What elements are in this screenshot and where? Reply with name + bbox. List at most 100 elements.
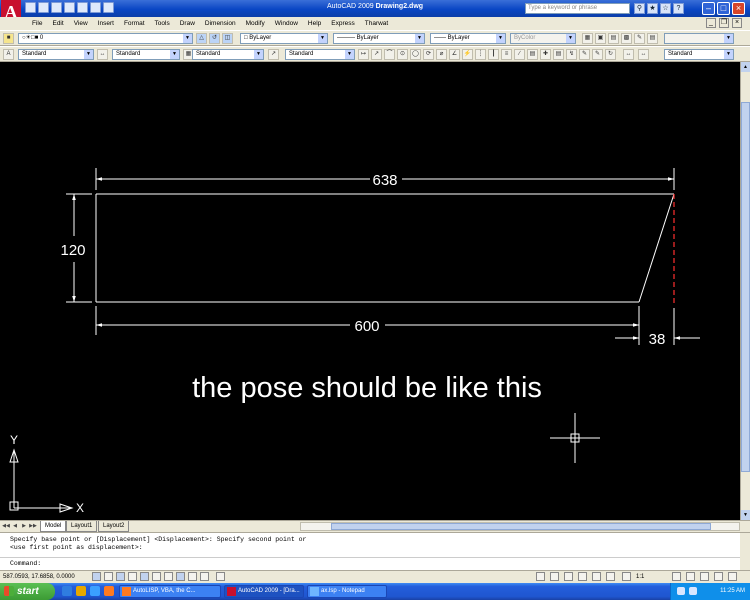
quick-dimension-icon[interactable]: ⚡ bbox=[462, 49, 473, 60]
menu-item-edit[interactable]: Edit bbox=[47, 18, 68, 29]
grid-display-button[interactable] bbox=[104, 572, 113, 581]
dynamic-input-button[interactable] bbox=[176, 572, 185, 581]
annotation-scale-icon[interactable] bbox=[622, 572, 631, 581]
tab-layout2[interactable]: Layout2 bbox=[98, 521, 130, 532]
chevron-down-icon[interactable]: ▼ bbox=[318, 34, 327, 43]
annotation-visibility-button[interactable] bbox=[672, 572, 681, 581]
clean-screen-button[interactable] bbox=[728, 572, 737, 581]
maximize-button[interactable]: □ bbox=[717, 2, 730, 15]
make-current-layer-icon[interactable]: △ bbox=[196, 33, 207, 44]
start-button[interactable]: start bbox=[0, 583, 55, 600]
menu-item-tharwat[interactable]: Tharwat bbox=[360, 18, 393, 29]
ie-icon[interactable] bbox=[62, 586, 72, 596]
menu-item-help[interactable]: Help bbox=[303, 18, 326, 29]
document-restore-button[interactable]: ❐ bbox=[719, 18, 729, 28]
dimension-style-icon[interactable]: ↔ bbox=[97, 49, 108, 60]
layer-properties-icon[interactable]: ■ bbox=[3, 33, 14, 44]
lineweight-button[interactable] bbox=[188, 572, 197, 581]
sheet-set-icon[interactable]: ▩ bbox=[621, 33, 632, 44]
chevron-down-icon[interactable]: ▼ bbox=[724, 34, 733, 43]
annotation-scale-label[interactable]: 1:1 bbox=[636, 572, 644, 582]
scroll-thumb[interactable] bbox=[331, 523, 711, 530]
object-snap-tracking-button[interactable] bbox=[152, 572, 161, 581]
minimize-button[interactable]: – bbox=[702, 2, 715, 15]
command-window[interactable]: Specify base point or [Displacement] <Di… bbox=[0, 532, 750, 571]
search-input[interactable]: Type a keyword or phrase bbox=[525, 3, 630, 14]
layout-model-button[interactable] bbox=[536, 572, 545, 581]
menu-item-modify[interactable]: Modify bbox=[241, 18, 270, 29]
menu-item-file[interactable]: File bbox=[27, 18, 47, 29]
quick-view-layouts-button[interactable] bbox=[550, 572, 559, 581]
tolerance-icon[interactable]: ▤ bbox=[527, 49, 538, 60]
radius-dimension-icon[interactable]: ◯ bbox=[410, 49, 421, 60]
steeringwheel-button[interactable] bbox=[592, 572, 601, 581]
taskbar-item-autocad[interactable]: AutoCAD 2009 - [Dra... bbox=[224, 585, 304, 598]
quick-properties-button[interactable] bbox=[200, 572, 209, 581]
dimension-style-combo[interactable]: Standard ▼ bbox=[112, 49, 180, 60]
desktop-icon[interactable] bbox=[90, 586, 100, 596]
chevron-down-icon[interactable]: ▼ bbox=[724, 50, 733, 59]
favorites-icon[interactable]: ☆ bbox=[660, 3, 671, 14]
chevron-down-icon[interactable]: ▼ bbox=[84, 50, 93, 59]
scroll-up-icon[interactable]: ▲ bbox=[741, 62, 750, 72]
menu-item-format[interactable]: Format bbox=[119, 18, 150, 29]
baseline-dimension-icon[interactable]: ┊ bbox=[475, 49, 486, 60]
clock[interactable]: 11:25 AM bbox=[720, 583, 745, 600]
scroll-down-icon[interactable]: ▼ bbox=[741, 510, 750, 520]
close-button[interactable]: × bbox=[732, 2, 745, 15]
last-tab-icon[interactable]: ▶▶ bbox=[29, 522, 37, 531]
menu-item-window[interactable]: Window bbox=[270, 18, 303, 29]
tab-layout1[interactable]: Layout1 bbox=[66, 521, 98, 532]
showmotion-button[interactable] bbox=[606, 572, 615, 581]
dimension-edit-icon[interactable]: ✎ bbox=[579, 49, 590, 60]
command-prompt-input[interactable]: Command: bbox=[10, 560, 41, 568]
menu-item-insert[interactable]: Insert bbox=[93, 18, 119, 29]
search-icon[interactable]: ⚲ bbox=[634, 3, 645, 14]
chevron-down-icon[interactable]: ▼ bbox=[170, 50, 179, 59]
arc-length-icon[interactable]: ⌒ bbox=[384, 49, 395, 60]
menu-item-tools[interactable]: Tools bbox=[150, 18, 175, 29]
menu-item-view[interactable]: View bbox=[69, 18, 93, 29]
menu-item-dimension[interactable]: Dimension bbox=[200, 18, 241, 29]
color-combo[interactable]: □ ByLayer ▼ bbox=[240, 33, 328, 44]
document-minimize-button[interactable]: _ bbox=[706, 18, 716, 28]
dimension-break-icon[interactable]: ∕ bbox=[514, 49, 525, 60]
chevron-down-icon[interactable]: ▼ bbox=[496, 34, 505, 43]
inspection-icon[interactable]: ▤ bbox=[553, 49, 564, 60]
network-icon[interactable] bbox=[677, 587, 685, 595]
dimension-style-dialog-icon[interactable]: ↔ bbox=[623, 49, 634, 60]
dimension-style-combo-right[interactable]: Standard ▼ bbox=[664, 49, 734, 60]
dimension-update-icon[interactable]: ↻ bbox=[605, 49, 616, 60]
menu-item-express[interactable]: Express bbox=[326, 18, 359, 29]
snap-mode-button[interactable] bbox=[92, 572, 101, 581]
model-space-button[interactable] bbox=[216, 572, 225, 581]
continue-dimension-icon[interactable]: ┃ bbox=[488, 49, 499, 60]
workspace-combo[interactable]: ▼ bbox=[664, 33, 734, 44]
document-close-button[interactable]: × bbox=[732, 18, 742, 28]
pan-button[interactable] bbox=[564, 572, 573, 581]
chevron-down-icon[interactable]: ▼ bbox=[345, 50, 354, 59]
layer-states-icon[interactable]: ◫ bbox=[222, 33, 233, 44]
aligned-dimension-icon[interactable]: ↗ bbox=[371, 49, 382, 60]
taskbar-item-notepad[interactable]: ax.lsp - Notepad bbox=[307, 585, 387, 598]
layer-combo[interactable]: ○☀□■ 0 ▼ bbox=[18, 33, 193, 44]
properties-icon[interactable]: ▦ bbox=[582, 33, 593, 44]
first-tab-icon[interactable]: ◀◀ bbox=[2, 522, 10, 531]
polar-tracking-button[interactable] bbox=[128, 572, 137, 581]
coordinates-readout[interactable]: 587.0593, 17.6858, 0.0000 bbox=[3, 572, 75, 582]
jogged-linear-icon[interactable]: ↯ bbox=[566, 49, 577, 60]
multileader-style-icon[interactable]: ↗ bbox=[268, 49, 279, 60]
text-style-icon[interactable]: A bbox=[3, 49, 14, 60]
volume-icon[interactable] bbox=[689, 587, 697, 595]
multileader-style-combo[interactable]: Standard ▼ bbox=[285, 49, 355, 60]
horizontal-scrollbar[interactable] bbox=[300, 522, 740, 531]
zoom-button[interactable] bbox=[578, 572, 587, 581]
previous-tab-icon[interactable]: ◀ bbox=[11, 522, 19, 531]
tool-palettes-icon[interactable]: ▤ bbox=[608, 33, 619, 44]
trapezoid-shape[interactable] bbox=[95, 193, 675, 303]
linear-dimension-icon[interactable]: ↦ bbox=[358, 49, 369, 60]
firefox-icon[interactable] bbox=[104, 586, 114, 596]
ordinate-dimension-icon[interactable]: ⊙ bbox=[397, 49, 408, 60]
table-style-combo[interactable]: Standard ▼ bbox=[192, 49, 264, 60]
workspace-switching-button[interactable] bbox=[700, 572, 709, 581]
